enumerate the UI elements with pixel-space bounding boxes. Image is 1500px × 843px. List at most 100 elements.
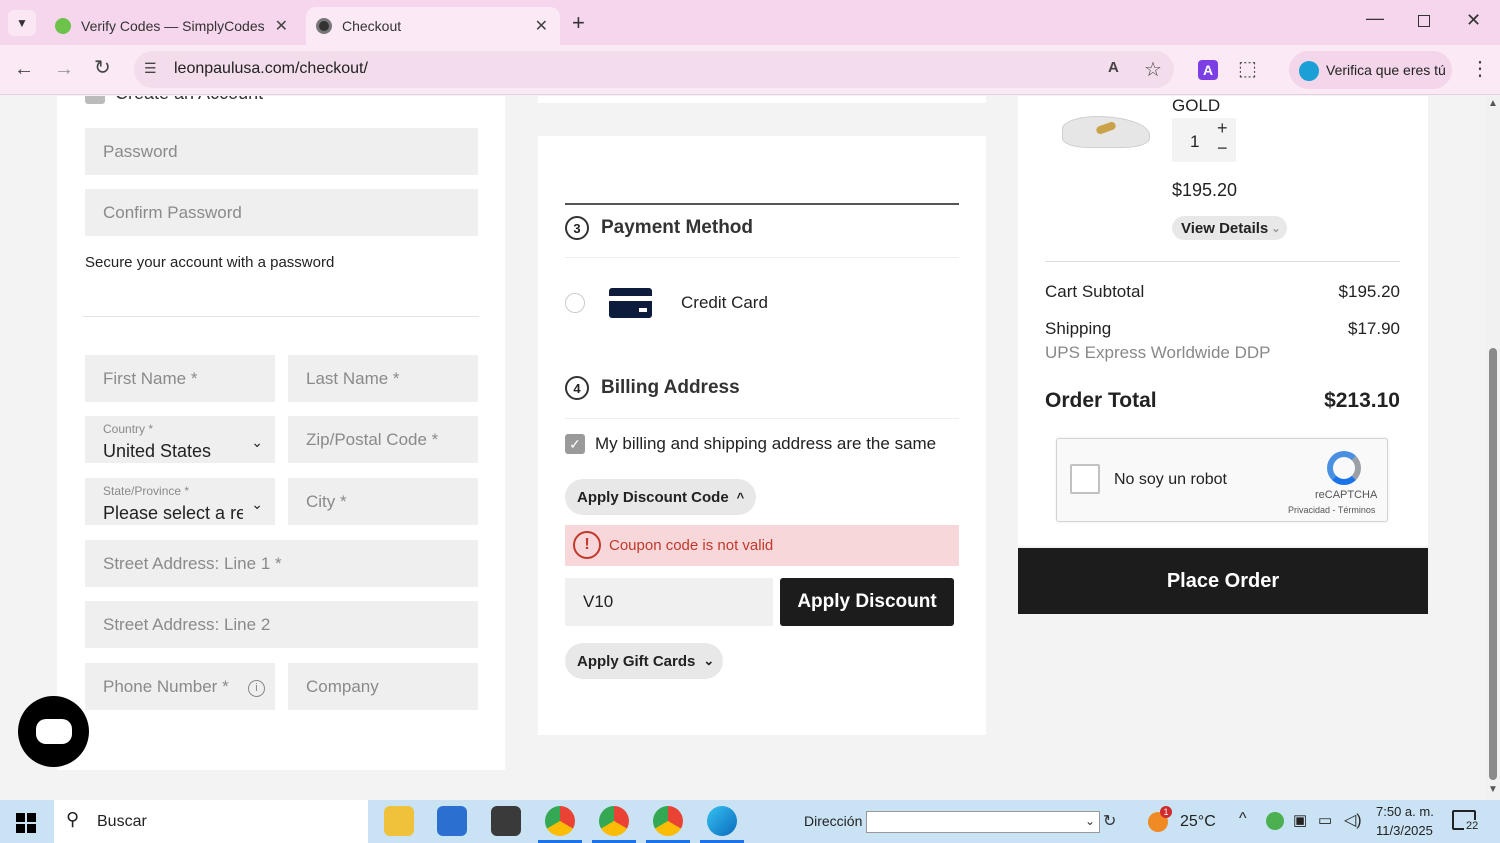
address-bar[interactable]: ☰ leonpaulusa.com/checkout/ A ☆ [134,51,1174,88]
confirm-password-field[interactable]: Confirm Password [85,189,478,236]
discount-code-toggle[interactable]: Apply Discount Code ^ [565,479,756,515]
apply-discount-button[interactable]: Apply Discount [780,578,954,626]
view-details-button[interactable]: View Details ⌄ [1172,216,1287,240]
phone-placeholder: Phone Number * [103,676,229,696]
profile-chip[interactable]: Verifica que eres tú [1289,51,1452,89]
create-account-label: Create an Account [115,96,263,104]
tab-simplycodes[interactable]: Verify Codes — SimplyCodes ✕ [45,7,300,45]
country-label: Country * [103,422,154,436]
gift-cards-toggle[interactable]: Apply Gift Cards ⌄ [565,643,723,679]
clock-date[interactable]: 11/3/2025 [1376,823,1433,838]
password-field[interactable]: Password [85,128,478,175]
chat-widget-button[interactable] [18,696,89,767]
back-icon[interactable]: ← [14,59,34,79]
city-field[interactable]: City * [288,478,478,525]
extension-a-icon[interactable]: A [1198,60,1218,80]
zip-field[interactable]: Zip/Postal Code * [288,416,478,463]
close-tab-icon[interactable]: ✕ [535,16,548,36]
bookmark-star-icon[interactable]: ☆ [1144,57,1162,82]
error-icon: ! [573,531,601,559]
file-explorer-icon[interactable] [384,806,414,836]
chevron-down-icon: ⌄ [703,653,715,668]
weather-temp[interactable]: 25°C [1180,813,1216,831]
credit-card-label[interactable]: Credit Card [681,293,768,313]
tray-app-icon[interactable] [1266,812,1284,830]
shipping-card: Create an Account Password Confirm Passw… [57,96,505,770]
address-toolbar-label: Dirección [804,813,863,829]
error-banner: ! Coupon code is not valid [565,525,959,566]
step-number: 3 [565,216,589,240]
place-order-button[interactable]: Place Order [1018,548,1428,614]
apply-discount-label: Apply Discount [797,591,937,612]
place-order-label: Place Order [1166,570,1280,592]
country-select[interactable]: Country * United States ⌄ [85,416,275,463]
url-text: leonpaulusa.com/checkout/ [174,60,368,77]
minimize-icon[interactable]: — [1366,8,1384,29]
company-field[interactable]: Company [288,663,478,710]
street2-placeholder: Street Address: Line 2 [103,614,271,634]
recaptcha-checkbox[interactable] [1070,464,1100,494]
close-tab-icon[interactable]: ✕ [275,16,288,36]
payment-card: 3 Payment Method Credit Card 4 Billing A… [538,136,986,735]
network-icon[interactable]: ▭ [1318,811,1332,829]
state-label: State/Province * [103,484,190,498]
street2-field[interactable]: Street Address: Line 2 [85,601,478,648]
create-account-checkbox[interactable] [85,96,105,104]
vertical-scrollbar[interactable]: ▲ ▼ [1485,96,1500,800]
chrome-profile-2-icon[interactable] [653,806,683,836]
address-toolbar-input[interactable]: ⌄ [866,811,1100,833]
new-tab-icon[interactable]: + [572,10,585,36]
recaptcha-logo-icon [1327,451,1361,485]
chrome-profile-icon[interactable] [599,806,629,836]
meet-now-icon[interactable]: ▣ [1293,811,1307,829]
taskbar-search-box[interactable]: ⚲ Buscar [54,800,368,843]
step-number: 4 [565,376,589,400]
phone-field[interactable]: Phone Number * i [85,663,275,710]
street1-field[interactable]: Street Address: Line 1 * [85,540,478,587]
credit-card-radio[interactable] [565,293,585,313]
restore-icon[interactable] [1418,15,1430,27]
scroll-down-icon[interactable]: ▼ [1488,784,1498,795]
mw-app-icon[interactable] [491,806,521,836]
last-name-placeholder: Last Name * [306,368,400,388]
edge-icon[interactable] [707,806,737,836]
start-windows-icon[interactable] [16,813,36,833]
tray-overflow-icon[interactable]: ^ [1239,810,1247,828]
tab-title: Verify Codes — SimplyCodes [81,18,265,34]
info-icon[interactable]: i [248,680,265,697]
chrome-icon[interactable] [545,806,575,836]
quantity-stepper[interactable]: 1 + − [1172,118,1236,162]
store-icon[interactable] [437,806,467,836]
first-name-field[interactable]: First Name * [85,355,275,402]
billing-same-checkbox[interactable]: ✓ [565,434,585,454]
reload-icon[interactable]: ↻ [94,58,111,78]
close-window-icon[interactable]: ✕ [1466,10,1481,31]
scroll-up-icon[interactable]: ▲ [1488,98,1498,109]
tab-list-dropdown-icon[interactable]: ▼ [8,10,36,36]
country-value: United States [103,441,212,461]
tab-checkout[interactable]: Checkout ✕ [306,7,560,45]
quantity-value: 1 [1190,132,1200,151]
forward-icon[interactable]: → [54,59,74,79]
product-variant: GOLD [1172,96,1221,115]
volume-icon[interactable]: ◁) [1344,810,1362,830]
street1-placeholder: Street Address: Line 1 * [103,553,282,573]
go-refresh-icon[interactable]: ↻ [1103,811,1116,831]
translate-icon[interactable]: A [1108,59,1119,76]
decrement-icon[interactable]: − [1217,138,1228,159]
recaptcha-links[interactable]: Privacidad - Términos [1288,505,1375,515]
browser-menu-icon[interactable]: ⋮ [1470,59,1490,79]
order-summary-card: GOLD 1 + − $195.20 View Details ⌄ Cart S… [1018,96,1428,546]
last-name-field[interactable]: Last Name * [288,355,478,402]
password-hint: Secure your account with a password [85,254,335,271]
confirm-password-placeholder: Confirm Password [103,202,242,222]
discount-code-input[interactable]: V10 [565,578,773,626]
increment-icon[interactable]: + [1217,118,1228,139]
clock-time[interactable]: 7:50 a. m. [1376,804,1434,819]
divider [565,203,959,205]
site-info-icon[interactable]: ☰ [144,60,157,77]
scroll-thumb[interactable] [1489,348,1497,780]
state-select[interactable]: State/Province * Please select a region … [85,478,275,525]
profile-avatar-icon [1299,61,1319,81]
extensions-puzzle-icon[interactable]: ⬚ [1238,59,1257,79]
